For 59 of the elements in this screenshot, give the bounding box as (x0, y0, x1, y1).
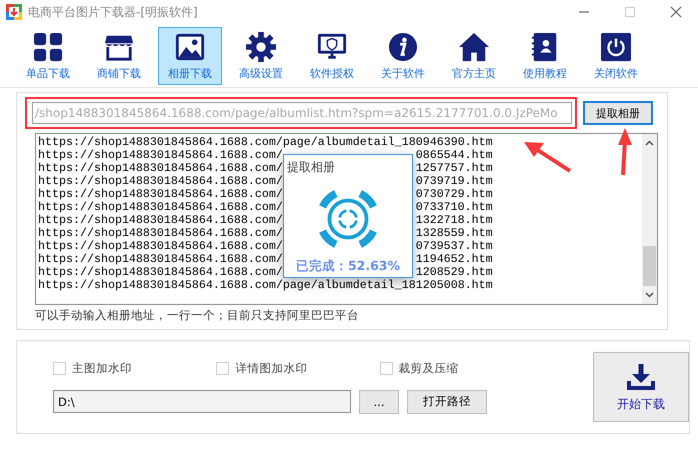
list-item: https://shop1488301845864.1688.com/ (38, 201, 283, 214)
start-download-button[interactable]: 开始下载 (593, 352, 689, 422)
list-item: 1208529.htm (416, 266, 493, 279)
list-item: 0733710.htm (416, 201, 493, 214)
open-path-button[interactable]: 打开路径 (407, 390, 487, 414)
annotation-arrow (617, 128, 633, 176)
app-logo-icon (6, 4, 22, 20)
option-checkbox[interactable]: 裁剪及压缩 (380, 360, 543, 376)
grid-icon (33, 32, 63, 62)
list-item: https://shop1488301845864.1688.com/ (38, 240, 283, 253)
toolbar-button[interactable]: 关闭软件 (584, 27, 648, 85)
hint-text: 可以手动输入相册地址，一行一个；目前只支持阿里巴巴平台 (35, 308, 360, 323)
dialog-title: 提取相册 (287, 159, 335, 176)
list-item: https://shop1488301845864.1688.com/ (38, 149, 283, 162)
download-icon (626, 362, 656, 392)
gear-icon (246, 32, 276, 62)
list-item: 1328559.htm (416, 227, 493, 240)
toolbar-button[interactable]: 商铺下载 (87, 27, 151, 85)
window-title: 电商平台图片下载器-[明振软件] (28, 4, 198, 20)
toolbar-button[interactable]: 关于软件 (371, 27, 435, 85)
toolbar-button[interactable]: 单品下载 (16, 27, 80, 85)
home-icon (459, 32, 489, 62)
list-item: 0865544.htm (416, 149, 493, 162)
browse-button[interactable]: ... (359, 390, 399, 414)
list-item: 0739719.htm (416, 175, 493, 188)
list-item: 0739537.htm (416, 240, 493, 253)
extract-button[interactable]: 提取相册 (583, 101, 653, 125)
spinner-icon (317, 188, 379, 250)
list-item: https://shop1488301845864.1688.com/ (38, 162, 283, 175)
list-item: https://shop1488301845864.1688.com/ (38, 266, 283, 279)
list-item: https://shop1488301845864.1688.com/page/albumdetail_181205008.htm (38, 279, 493, 292)
list-item: https://shop1488301845864.1688.com/ (38, 188, 283, 201)
annotation-arrow (522, 139, 572, 173)
path-field[interactable]: D:\ (53, 390, 351, 413)
toolbar-button[interactable]: 软件授权 (300, 27, 364, 85)
scrollbar[interactable] (642, 134, 657, 304)
scroll-down-icon[interactable] (645, 292, 654, 298)
list-item: 1194652.htm (416, 253, 493, 266)
toolbar-button[interactable]: 高级设置 (229, 27, 293, 85)
list-item: https://shop1488301845864.1688.com/ (38, 214, 283, 227)
image-icon (175, 32, 205, 62)
list-item: https://shop1488301845864.1688.com/ (38, 175, 283, 188)
list-item: 1322718.htm (416, 214, 493, 227)
list-item: https://shop1488301845864.1688.com/page/albumdetail_180946390.htm (38, 136, 493, 149)
list-item: https://shop1488301845864.1688.com/ (38, 227, 283, 240)
toolbar-button[interactable]: 官方主页 (442, 27, 506, 85)
toolbar-button[interactable]: 使用教程 (513, 27, 577, 85)
list-item: 0730729.htm (416, 188, 493, 201)
close-icon[interactable] (670, 6, 682, 18)
toolbar-button[interactable]: 相册下载 (158, 27, 222, 85)
list-item: 1257757.htm (416, 162, 493, 175)
list-item: https://shop1488301845864.1688.com/ (38, 253, 283, 266)
scroll-up-icon[interactable] (645, 140, 654, 146)
power-icon (601, 32, 631, 62)
option-checkbox[interactable]: 详情图加水印 (216, 360, 380, 376)
info-icon (388, 32, 418, 62)
scroll-thumb[interactable] (643, 246, 656, 286)
option-checkbox[interactable]: 主图加水印 (53, 360, 216, 376)
progress-status: 已完成：52.63% (296, 258, 400, 275)
